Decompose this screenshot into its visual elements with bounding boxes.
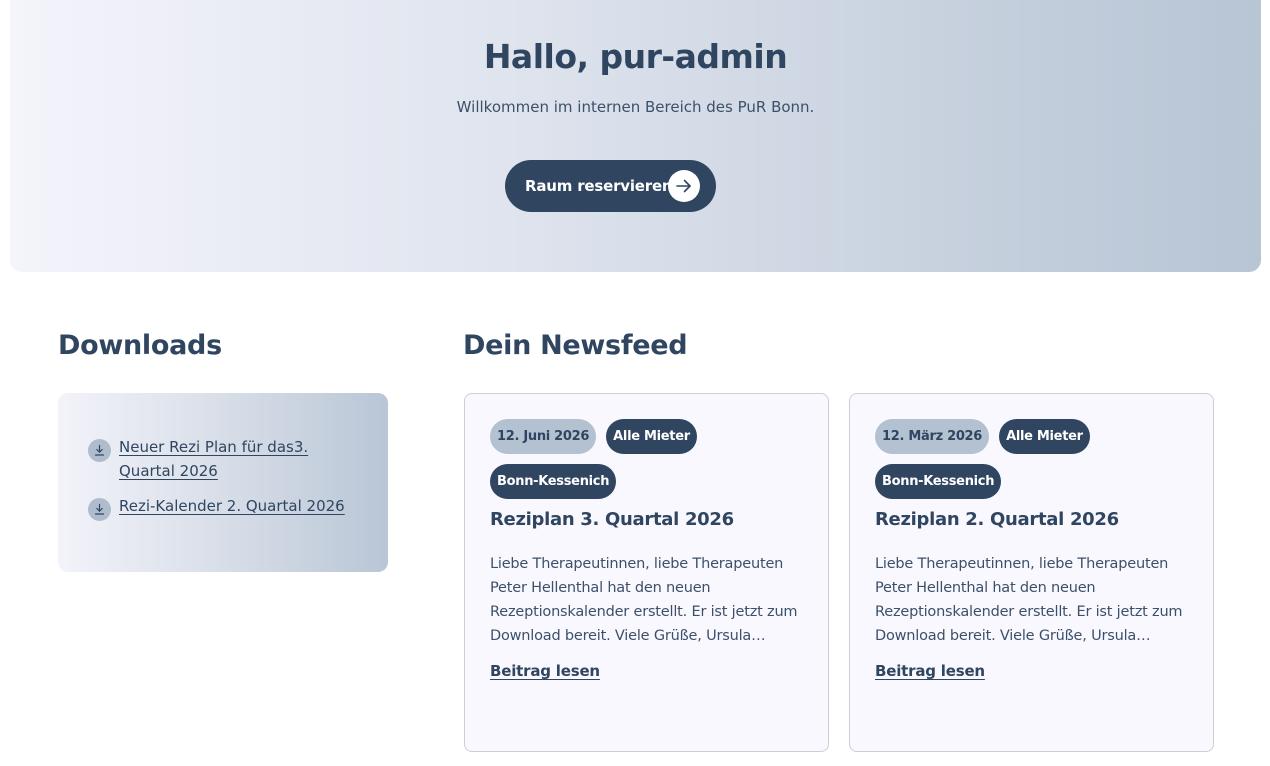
reserve-room-button[interactable]: Raum reservieren	[505, 160, 716, 212]
read-post-link[interactable]: Beitrag lesen	[875, 662, 985, 680]
audience-tag: Alle Mieter	[606, 419, 697, 454]
hero-subtitle: Willkommen im internen Bereich des PuR B…	[456, 98, 815, 116]
date-badge: 12. Juni 2026	[490, 419, 597, 454]
downloads-heading: Downloads	[58, 330, 222, 361]
audience-tag: Alle Mieter	[999, 419, 1090, 454]
download-link[interactable]: Neuer Rezi Plan für das3. Quartal 2026	[119, 435, 368, 483]
download-icon	[88, 498, 111, 521]
news-card-title: Reziplan 3. Quartal 2026	[490, 509, 734, 530]
download-item[interactable]: Neuer Rezi Plan für das3. Quartal 2026	[88, 438, 368, 483]
news-card-excerpt: Liebe Therapeutinnen, liebe Therapeuten …	[875, 556, 1183, 644]
arrow-right-icon	[668, 170, 700, 202]
tag-row: 12. März 2026 Alle Mieter Bonn-Kessenich	[875, 419, 1095, 499]
location-tag: Bonn-Kessenich	[875, 464, 1002, 499]
hero-title: Hallo, pur-admin	[483, 37, 788, 76]
read-post-link[interactable]: Beitrag lesen	[490, 662, 600, 680]
newsfeed-heading: Dein Newsfeed	[463, 330, 688, 361]
download-icon	[88, 439, 111, 462]
reserve-room-button-label: Raum reservieren	[525, 177, 673, 195]
date-badge: 12. März 2026	[875, 419, 990, 454]
location-tag: Bonn-Kessenich	[490, 464, 617, 499]
tag-row: 12. Juni 2026 Alle Mieter Bonn-Kessenich	[490, 419, 710, 499]
news-card-excerpt: Liebe Therapeutinnen, liebe Therapeuten …	[490, 556, 798, 644]
download-link[interactable]: Rezi-Kalender 2. Quartal 2026	[119, 494, 345, 518]
news-card-title: Reziplan 2. Quartal 2026	[875, 509, 1119, 530]
hero-banner: Hallo, pur-admin Willkommen im internen …	[10, 0, 1261, 272]
download-item[interactable]: Rezi-Kalender 2. Quartal 2026	[88, 497, 368, 521]
news-card: 12. März 2026 Alle Mieter Bonn-Kessenich…	[849, 393, 1214, 752]
downloads-panel: Neuer Rezi Plan für das3. Quartal 2026 R…	[58, 393, 388, 572]
news-card: 12. Juni 2026 Alle Mieter Bonn-Kessenich…	[464, 393, 829, 752]
